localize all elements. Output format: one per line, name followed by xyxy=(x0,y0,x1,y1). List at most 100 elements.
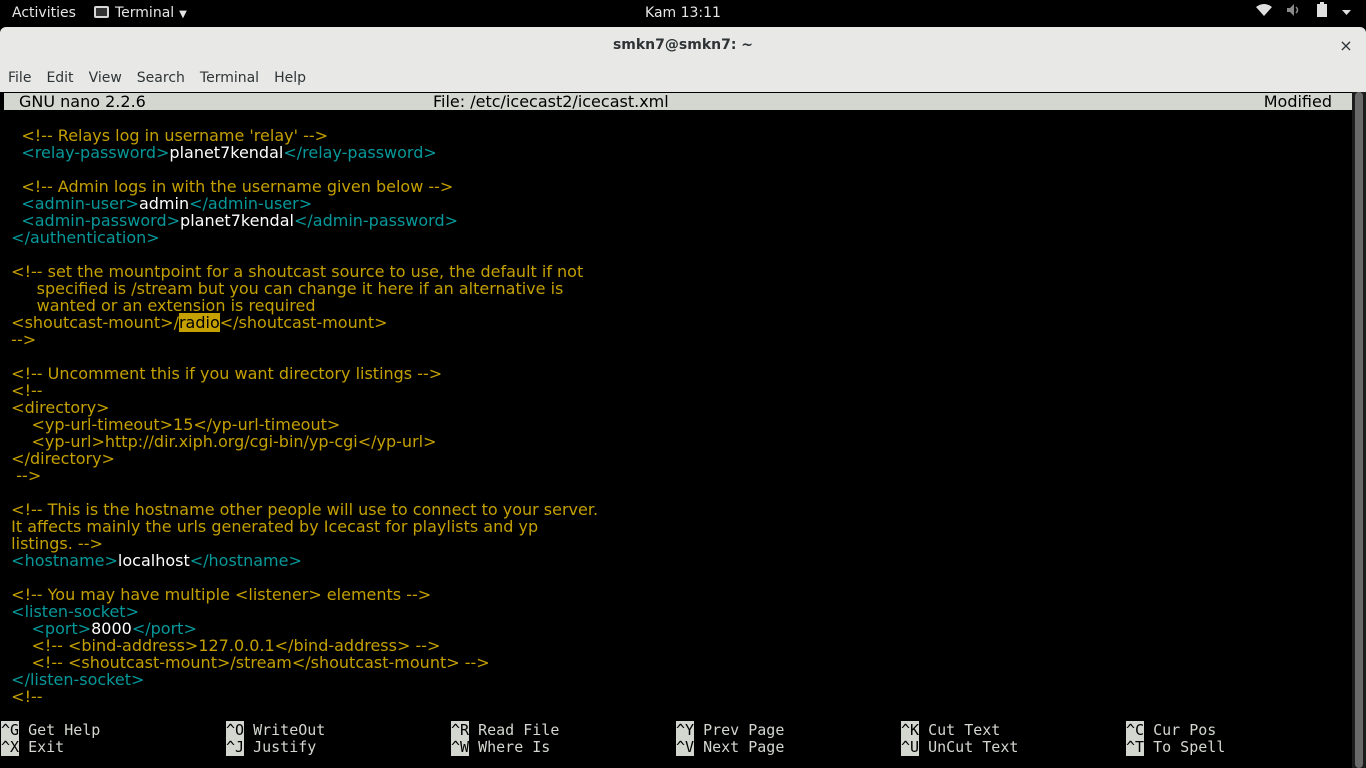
editor-line[interactable]: <!-- Relays log in username 'relay' --> xyxy=(1,127,328,144)
close-icon[interactable]: × xyxy=(1336,27,1356,64)
xml-value: planet7kendal xyxy=(180,211,294,230)
editor-line[interactable]: <relay-password>planet7kendal</relay-pas… xyxy=(1,143,437,162)
xml-comment: --> xyxy=(11,330,37,349)
xml-close-tag: </hostname> xyxy=(189,551,302,570)
shortcut-label: Read File xyxy=(478,721,560,739)
window-title: smkn7@smkn7: ~ xyxy=(612,37,754,53)
shortcut-key: ^X xyxy=(1,738,20,756)
shortcut-label: Prev Page xyxy=(703,721,785,739)
shortcut-label: Justify xyxy=(253,738,317,756)
nano-version: GNU nano 2.2.6 xyxy=(19,92,146,111)
menu-file[interactable]: File xyxy=(0,64,38,92)
editor-line[interactable]: </authentication> xyxy=(1,229,160,246)
system-status-area[interactable] xyxy=(1246,0,1352,27)
xml-value: localhost xyxy=(117,551,190,570)
shortcut-next-page: ^V Next Page xyxy=(676,738,785,756)
shortcut-key: ^K xyxy=(901,721,920,739)
shortcut-cur-pos: ^C Cur Pos xyxy=(1126,721,1217,739)
shortcut-key: ^R xyxy=(451,721,470,739)
editor-line[interactable]: <!-- xyxy=(1,382,42,399)
editor-line[interactable]: <directory> xyxy=(1,399,109,416)
shortcut-key: ^J xyxy=(226,738,245,756)
editor-line[interactable]: <!-- <shoutcast-mount>/stream</shoutcast… xyxy=(1,654,490,671)
clock[interactable]: Kam 13:11 xyxy=(0,0,1366,27)
menu-view[interactable]: View xyxy=(81,64,129,92)
editor-line[interactable]: <yp-url>http://dir.xiph.org/cgi-bin/yp-c… xyxy=(1,433,437,450)
scrollbar[interactable] xyxy=(1352,92,1366,768)
editor-line[interactable]: <yp-url-timeout>15</yp-url-timeout> xyxy=(1,416,341,433)
shortcut-label: Next Page xyxy=(703,738,785,756)
editor-line[interactable]: It affects mainly the urls generated by … xyxy=(1,518,538,535)
shortcut-prev-page: ^Y Prev Page xyxy=(676,721,785,739)
shortcut-to-spell: ^T To Spell xyxy=(1126,738,1225,756)
editor-line[interactable]: <!-- set the mountpoint for a shoutcast … xyxy=(1,263,583,280)
window-titlebar[interactable]: smkn7@smkn7: ~ × xyxy=(0,27,1366,65)
menu-search[interactable]: Search xyxy=(129,64,192,92)
menubar: File Edit View Search Terminal Help xyxy=(0,64,1366,93)
editor-line[interactable]: <!-- <bind-address>127.0.0.1</bind-addre… xyxy=(1,637,441,654)
editor-line[interactable]: --> xyxy=(1,467,41,484)
xml-close-tag: </relay-password> xyxy=(283,143,437,162)
nano-filename: File: /etc/icecast2/icecast.xml xyxy=(433,92,669,111)
editor-line[interactable]: <shoutcast-mount>/radio</shoutcast-mount… xyxy=(1,313,388,332)
xml-comment: --> xyxy=(16,466,42,485)
editor-line[interactable]: wanted or an extension is required xyxy=(1,297,316,314)
xml-close-tag: </admin-password> xyxy=(293,211,459,230)
editor-line[interactable]: --> xyxy=(1,331,36,348)
editor-line[interactable]: listings. --> xyxy=(1,535,103,552)
shortcut-get-help: ^G Get Help xyxy=(1,721,101,739)
shortcut-label: Cut Text xyxy=(928,721,1001,739)
shortcut-key: ^V xyxy=(676,738,695,756)
shortcut-key: ^Y xyxy=(676,721,695,739)
xml-comment: <!-- xyxy=(11,687,43,706)
editor-line[interactable]: <admin-user>admin</admin-user> xyxy=(1,195,312,212)
editor-line[interactable]: <hostname>localhost</hostname> xyxy=(1,552,302,569)
menu-help[interactable]: Help xyxy=(266,64,313,92)
editor-line[interactable]: <port>8000</port> xyxy=(1,620,197,637)
shortcut-cut-text: ^K Cut Text xyxy=(901,721,1001,739)
highlighted-text: radio xyxy=(178,313,220,332)
editor-line[interactable]: </listen-socket> xyxy=(1,671,144,688)
editor-line[interactable]: <!-- Admin logs in with the username giv… xyxy=(1,178,453,195)
shortcut-key: ^T xyxy=(1126,738,1145,756)
editor-line[interactable]: <!-- You may have multiple <listener> el… xyxy=(1,586,431,603)
volume-icon xyxy=(1286,0,1302,27)
scrollbar-thumb[interactable] xyxy=(1355,92,1363,768)
shortcut-key: ^U xyxy=(901,738,920,756)
editor-line[interactable]: <!-- This is the hostname other people w… xyxy=(1,501,598,518)
shortcut-key: ^W xyxy=(451,738,470,756)
shortcut-label: Exit xyxy=(28,738,65,756)
editor-line[interactable]: <!-- Uncomment this if you want director… xyxy=(1,365,442,382)
shortcut-label: WriteOut xyxy=(253,721,326,739)
shortcut-writeout: ^O WriteOut xyxy=(226,721,326,739)
editor-line[interactable]: <admin-password>planet7kendal</admin-pas… xyxy=(1,212,458,229)
shortcut-exit: ^X Exit xyxy=(1,738,65,756)
editor-line[interactable]: <!-- xyxy=(1,687,43,706)
nano-header: GNU nano 2.2.6 File: /etc/icecast2/iceca… xyxy=(4,93,1352,110)
shortcut-label: Get Help xyxy=(28,721,101,739)
shortcut-key: ^O xyxy=(226,721,245,739)
shortcut-key: ^C xyxy=(1126,721,1145,739)
line-text: <shoutcast-mount>/ xyxy=(11,313,179,332)
shortcut-label: Where Is xyxy=(478,738,551,756)
menu-edit[interactable]: Edit xyxy=(38,64,80,92)
power-icon xyxy=(1341,0,1352,27)
shortcut-key: ^G xyxy=(1,721,20,739)
menu-terminal[interactable]: Terminal xyxy=(192,64,266,92)
editor-line[interactable]: <listen-socket> xyxy=(1,603,139,620)
shortcut-label: Cur Pos xyxy=(1153,721,1217,739)
editor-line[interactable]: </directory> xyxy=(1,450,115,467)
editor-line[interactable]: specified is /stream but you can change … xyxy=(1,280,564,297)
nano-modified-status: Modified xyxy=(1263,92,1332,111)
